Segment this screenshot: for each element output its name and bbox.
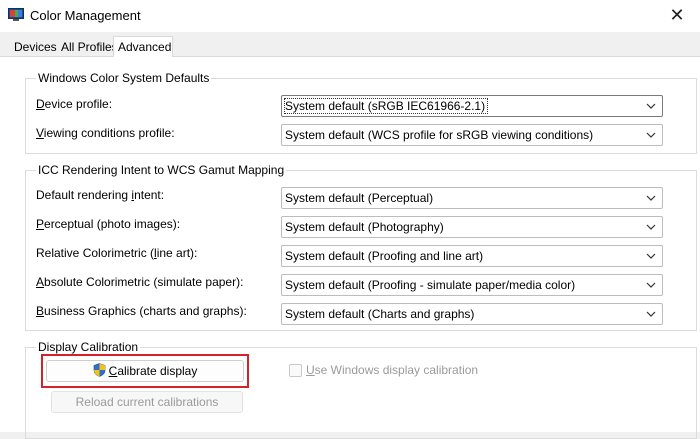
chevron-down-icon: [646, 253, 656, 259]
absolute-colorimetric-value: System default (Proofing - simulate pape…: [285, 278, 576, 292]
close-button[interactable]: ✕: [654, 0, 700, 32]
chevron-down-icon: [646, 311, 656, 317]
perceptual-label: Perceptual (photo images):: [36, 217, 181, 231]
icc-mapping-group: ICC Rendering Intent to WCS Gamut Mappin…: [25, 163, 697, 331]
window-title: Color Management: [30, 8, 141, 23]
wcs-defaults-group: Windows Color System Defaults Device pro…: [25, 71, 697, 154]
perceptual-value: System default (Photography): [285, 220, 444, 234]
device-profile-label: Device profile:: [36, 97, 113, 111]
perceptual-dropdown[interactable]: System default (Photography): [281, 216, 663, 238]
default-rendering-intent-dropdown[interactable]: System default (Perceptual): [281, 187, 663, 209]
use-windows-calibration-label: Use Windows display calibration: [306, 363, 479, 377]
chevron-down-icon: [646, 224, 656, 230]
relative-colorimetric-value: System default (Proofing and line art): [285, 249, 484, 263]
display-calibration-group: Display Calibration Calibrate display Us…: [25, 340, 697, 439]
display-calibration-legend: Display Calibration: [36, 340, 141, 354]
absolute-colorimetric-dropdown[interactable]: System default (Proofing - simulate pape…: [281, 274, 663, 296]
chevron-down-icon: [646, 132, 656, 138]
chevron-down-icon: [646, 103, 656, 109]
chevron-down-icon: [646, 195, 656, 201]
close-icon: ✕: [669, 5, 685, 25]
tab-devices[interactable]: Devices: [10, 38, 61, 56]
default-rendering-intent-value: System default (Perceptual): [285, 191, 434, 205]
title-bar: Color Management ✕: [0, 0, 700, 32]
advanced-tab-panel: Windows Color System Defaults Device pro…: [0, 57, 700, 439]
use-windows-calibration-checkbox[interactable]: [289, 364, 302, 377]
tab-advanced[interactable]: Advanced: [113, 36, 173, 57]
absolute-colorimetric-label: Absolute Colorimetric (simulate paper):: [36, 275, 244, 289]
device-profile-value: System default (sRGB IEC61966-2.1): [283, 98, 489, 114]
viewing-conditions-value: System default (WCS profile for sRGB vie…: [285, 128, 594, 142]
business-graphics-dropdown[interactable]: System default (Charts and graphs): [281, 303, 663, 325]
calibrate-accel: C: [108, 364, 118, 378]
device-profile-dropdown[interactable]: System default (sRGB IEC61966-2.1): [281, 95, 663, 117]
business-graphics-value: System default (Charts and graphs): [285, 307, 475, 321]
icc-mapping-legend: ICC Rendering Intent to WCS Gamut Mappin…: [36, 163, 287, 177]
calibrate-label: alibrate display: [117, 364, 198, 378]
calibrate-display-button[interactable]: Calibrate display: [46, 360, 244, 382]
default-rendering-intent-label: Default rendering intent:: [36, 188, 165, 202]
business-graphics-label: Business Graphics (charts and graphs):: [36, 304, 247, 318]
chevron-down-icon: [646, 282, 656, 288]
tab-all-profiles[interactable]: All Profiles: [57, 38, 122, 56]
color-management-monitor-icon: [8, 8, 24, 21]
wcs-defaults-legend: Windows Color System Defaults: [36, 71, 212, 85]
viewing-conditions-label: Viewing conditions profile:: [36, 126, 175, 140]
relative-colorimetric-dropdown[interactable]: System default (Proofing and line art): [281, 245, 663, 267]
relative-colorimetric-label: Relative Colorimetric (line art):: [36, 246, 198, 260]
viewing-conditions-dropdown[interactable]: System default (WCS profile for sRGB vie…: [281, 124, 663, 146]
reload-calibrations-button[interactable]: Reload current calibrations: [51, 391, 243, 413]
uac-shield-icon: [93, 363, 105, 377]
